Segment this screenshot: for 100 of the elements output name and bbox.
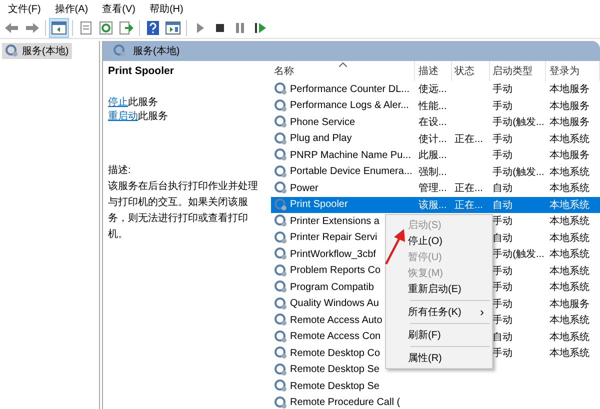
table-cell-text: 手动 — [492, 314, 513, 328]
menu-item[interactable]: 停止(O) — [386, 233, 492, 249]
arrow — [383, 227, 407, 267]
column-header[interactable]: 状态 — [452, 61, 490, 81]
menu-item[interactable]: 属性(R) — [386, 350, 492, 366]
table-cell[interactable]: PrintWorkflow_3cbf — [290, 248, 376, 260]
menu-item[interactable]: 文件(F) — [2, 2, 49, 16]
column-header[interactable]: 登录为 — [546, 61, 600, 81]
gears-icon — [274, 82, 288, 96]
gears-icon — [274, 396, 288, 409]
menu-item[interactable]: 重新启动(E) — [386, 281, 492, 297]
table-cell-text: 本地系统 — [549, 248, 590, 262]
gears-icon — [274, 313, 288, 328]
table-cell[interactable]: Remote Access Auto — [290, 314, 382, 326]
table-cell[interactable]: Performance Counter DL... — [290, 84, 410, 95]
table-cell-text: 手动(触发... — [492, 248, 544, 262]
table-cell-text: 手动 — [492, 148, 513, 162]
table-cell[interactable]: Remote Desktop Co — [290, 348, 380, 359]
table-cell-text: 正在... — [454, 182, 483, 196]
table-cell[interactable]: Remote Procedure Call ( — [290, 397, 400, 408]
table-cell-text: 手动 — [492, 280, 513, 294]
table-cell-text: 本地服务 — [549, 148, 590, 162]
table-cell-text: 该服... — [418, 198, 447, 212]
table-cell[interactable]: Remote Access Con — [290, 331, 381, 342]
table-cell[interactable]: Print Spooler — [290, 199, 348, 210]
description-label: 描述: — [108, 164, 132, 178]
table-cell[interactable]: Performance Logs & Aler... — [290, 100, 409, 112]
gears-icon — [113, 44, 127, 58]
gears-icon — [274, 346, 288, 360]
table-cell-text: 本地系统 — [549, 330, 590, 344]
table-cell-text: 此服... — [418, 148, 447, 162]
gears-icon — [274, 148, 288, 162]
table-cell-text: 手动 — [492, 100, 513, 113]
column-header[interactable]: 启动类型 — [490, 61, 546, 81]
table-cell-text: 本地系统 — [549, 232, 590, 245]
menu-item[interactable]: 所有任务(K) › — [386, 304, 492, 320]
gears-icon — [274, 132, 288, 146]
menu-item[interactable]: 操作(A) — [48, 2, 96, 16]
gears-icon — [274, 181, 288, 196]
pane-toggle-icon[interactable] — [49, 18, 69, 38]
column-header[interactable]: 描述 — [415, 61, 452, 81]
table-cell-text: 手动(触发... — [492, 116, 544, 130]
table-cell-text: 本地系统 — [549, 346, 590, 360]
table-cell-text: 使计... — [418, 132, 447, 146]
gears-icon — [274, 230, 288, 245]
table-cell-text: 本地系统 — [549, 132, 590, 146]
table-cell-text: 本地系统 — [549, 198, 590, 212]
table-cell-text: 本地服务 — [549, 116, 590, 130]
table-cell-text: 自动 — [492, 330, 513, 344]
gears-icon — [274, 280, 288, 294]
menu-item[interactable]: 帮助(H) — [143, 2, 192, 16]
description-text: 该服务在后台执行打印作业并处理与打印机的交互。如果关闭该服务，则无法进行打印或查看打印机。 — [108, 180, 259, 242]
table-cell-text: 手动 — [492, 298, 513, 311]
sort-caret-icon — [339, 62, 347, 67]
table-cell[interactable]: Portable Device Enumera... — [290, 166, 412, 178]
table-cell[interactable]: PNRP Machine Name Pu... — [290, 150, 411, 161]
action-link[interactable]: 停止 — [108, 97, 128, 108]
table-cell[interactable]: Phone Service — [290, 116, 356, 128]
column-header[interactable]: 名称 — [271, 61, 416, 81]
gears-icon — [274, 379, 288, 394]
service-title: Print Spooler — [108, 65, 175, 77]
table-cell-text: 本地系统 — [549, 264, 590, 278]
gears-icon — [274, 247, 288, 262]
table-cell-text: 自动 — [492, 198, 513, 212]
table-cell-text: 本地系统 — [549, 166, 590, 179]
table-cell[interactable]: Remote Desktop Se — [290, 380, 380, 392]
gears-icon — [274, 330, 288, 344]
table-cell[interactable]: Power — [290, 182, 318, 194]
menu-item[interactable]: 查看(V) — [96, 2, 144, 16]
table-cell-text: 手动(触发... — [492, 166, 544, 179]
table-cell-text: 手动 — [492, 264, 513, 278]
action-link[interactable]: 重启动 — [108, 111, 138, 122]
table-cell[interactable]: Quality Windows Au — [290, 298, 379, 310]
table-cell-text: 性能... — [418, 100, 447, 113]
table-cell-text: 自动 — [492, 232, 513, 245]
table-cell-text: 在设... — [418, 116, 447, 130]
gears-icon — [274, 98, 288, 113]
table-cell[interactable]: Problem Reports Co — [290, 265, 381, 276]
table-cell[interactable]: Remote Desktop Se — [290, 364, 380, 376]
table-cell-text: 自动 — [492, 182, 513, 196]
table-cell-text: 本地系统 — [549, 214, 590, 228]
table-cell[interactable]: Printer Extensions a — [290, 216, 380, 227]
action-text: 此服务 — [128, 97, 158, 108]
table-cell-text: 本地系统 — [549, 280, 590, 294]
table-cell[interactable]: Plug and Play — [290, 133, 352, 144]
table-cell-text: 管理... — [418, 182, 447, 196]
table-cell-text: 本地服务 — [549, 298, 590, 311]
table-cell[interactable]: Printer Repair Servi — [290, 232, 378, 244]
menu-item[interactable]: 刷新(F) — [386, 327, 492, 343]
gears-icon — [274, 362, 288, 377]
gears-icon — [274, 164, 288, 179]
table-cell[interactable]: Program Compatib — [290, 282, 374, 293]
table-cell-text: 使远... — [418, 83, 447, 96]
table-cell-text: 本地系统 — [549, 182, 590, 196]
pane-title: 服务(本地) — [133, 44, 180, 58]
tree-item[interactable]: 服务(本地) — [2, 43, 72, 59]
gears-icon — [5, 44, 19, 58]
table-cell-text: 手动 — [492, 346, 513, 360]
table-cell-text: 正在... — [454, 198, 483, 212]
gears-icon — [274, 214, 288, 228]
